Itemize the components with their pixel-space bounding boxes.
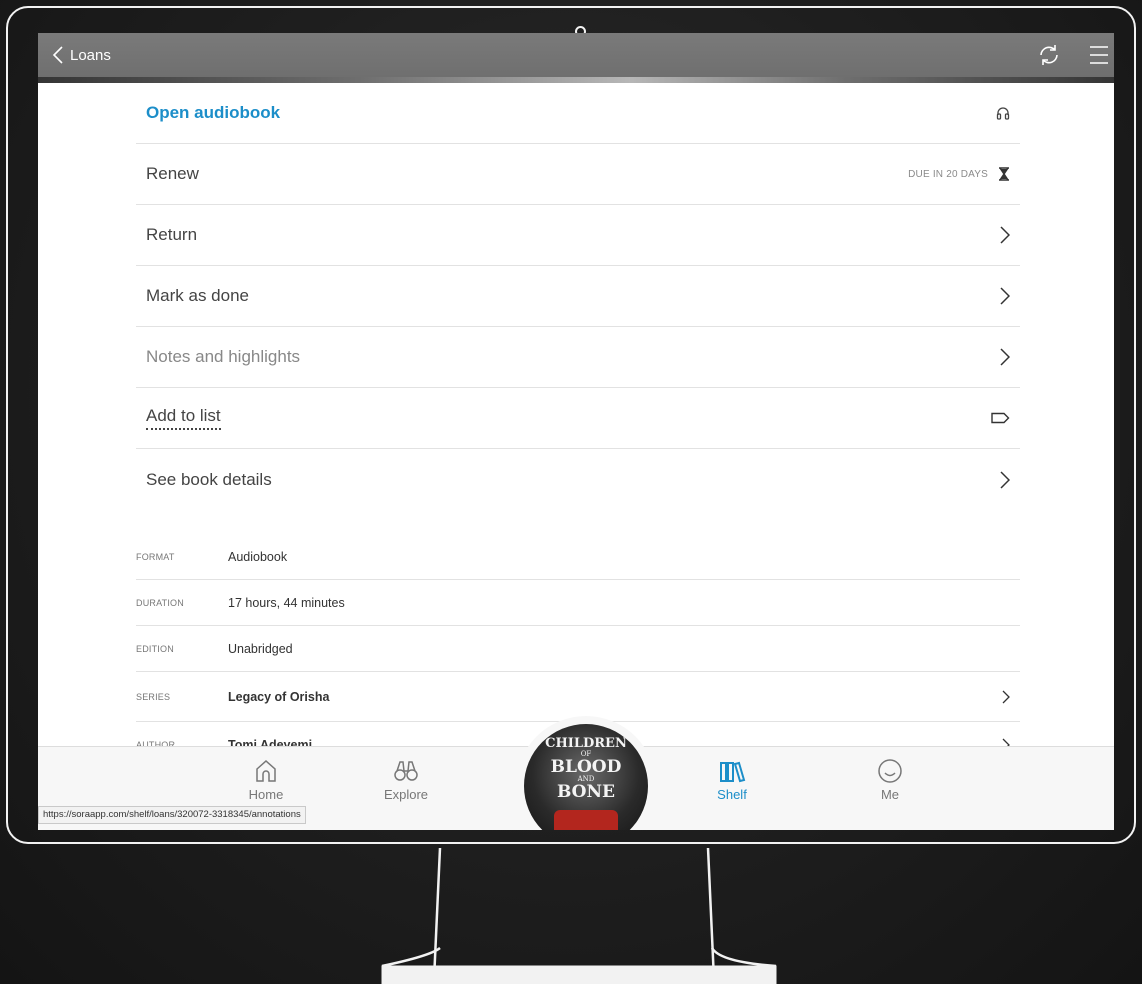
notes-and-highlights-button[interactable]: Notes and highlights: [136, 327, 1020, 388]
top-bar: Loans: [38, 33, 1114, 77]
home-icon: [256, 759, 276, 782]
nav-explore[interactable]: Explore: [366, 757, 446, 802]
due-date-label: DUE IN 20 DAYS: [908, 168, 988, 180]
nav-shelf[interactable]: Shelf: [692, 757, 772, 802]
detail-key: EDITION: [136, 643, 174, 654]
nav-label: Shelf: [717, 787, 747, 802]
nav-home[interactable]: Home: [226, 757, 306, 802]
action-label: Mark as done: [146, 286, 249, 305]
back-button[interactable]: Loans: [52, 33, 111, 77]
renew-button[interactable]: Renew DUE IN 20 DAYS: [136, 144, 1020, 205]
binoculars-icon: [394, 761, 418, 781]
status-url-tooltip: https://soraapp.com/shelf/loans/320072-3…: [38, 806, 306, 824]
chevron-right-icon: [1000, 348, 1010, 366]
cover-art-detail: [554, 810, 618, 830]
action-label: Open audiobook: [146, 103, 281, 122]
detail-key: DURATION: [136, 597, 184, 608]
smiley-icon: [878, 759, 902, 783]
mark-as-done-button[interactable]: Mark as done: [136, 266, 1020, 327]
detail-key: FORMAT: [136, 551, 175, 562]
detail-key: SERIES: [136, 691, 171, 702]
cover-title-line: CHILDREN: [545, 736, 627, 751]
action-label: See book details: [146, 469, 272, 489]
cover-title-line: BLOOD: [550, 757, 622, 777]
action-list: Open audiobook Renew DUE IN 20 DAYS Retu…: [136, 83, 1020, 510]
action-label: Add to list: [146, 406, 221, 430]
back-label: Loans: [70, 46, 111, 64]
action-label: Notes and highlights: [146, 347, 301, 366]
nav-label: Explore: [383, 787, 429, 802]
tag-icon: [991, 412, 1010, 424]
menu-icon[interactable]: [1088, 43, 1108, 67]
nav-me[interactable]: Me: [850, 757, 930, 802]
detail-value: Unabridged: [228, 641, 293, 656]
app-screen: Loans Open audiobook Renew DUE IN 20 DAY…: [38, 33, 1114, 830]
open-audiobook-button[interactable]: Open audiobook: [136, 83, 1020, 144]
detail-row-format: FORMAT Audiobook: [136, 534, 1020, 580]
chevron-right-icon: [1000, 226, 1010, 244]
sync-icon[interactable]: [1036, 42, 1062, 68]
series-link[interactable]: SERIES Legacy of Orisha: [136, 672, 1020, 722]
nav-label: Home: [248, 787, 284, 802]
return-button[interactable]: Return: [136, 205, 1020, 266]
detail-row-edition: EDITION Unabridged: [136, 626, 1020, 672]
book-cover-image: CHILDREN OF BLOOD AND BONE: [524, 724, 648, 830]
nav-label: Me: [880, 787, 900, 802]
chevron-left-icon: [52, 46, 63, 64]
detail-value: 17 hours, 44 minutes: [228, 595, 345, 610]
action-label: Return: [146, 225, 198, 244]
shelf-icon: [720, 761, 746, 783]
chevron-right-icon: [1002, 690, 1010, 703]
detail-value: Legacy of Orisha: [228, 689, 330, 704]
chevron-right-icon: [1000, 470, 1010, 489]
detail-value: Audiobook: [228, 549, 288, 564]
action-label: Renew: [146, 164, 199, 183]
detail-row-duration: DURATION 17 hours, 44 minutes: [136, 580, 1020, 626]
see-book-details-button[interactable]: See book details: [136, 449, 1020, 510]
headphones-icon: [996, 107, 1010, 120]
chevron-right-icon: [1000, 287, 1010, 305]
cover-title-line: BONE: [557, 782, 615, 802]
add-to-list-button[interactable]: Add to list: [136, 388, 1020, 449]
hourglass-icon: [999, 167, 1009, 181]
